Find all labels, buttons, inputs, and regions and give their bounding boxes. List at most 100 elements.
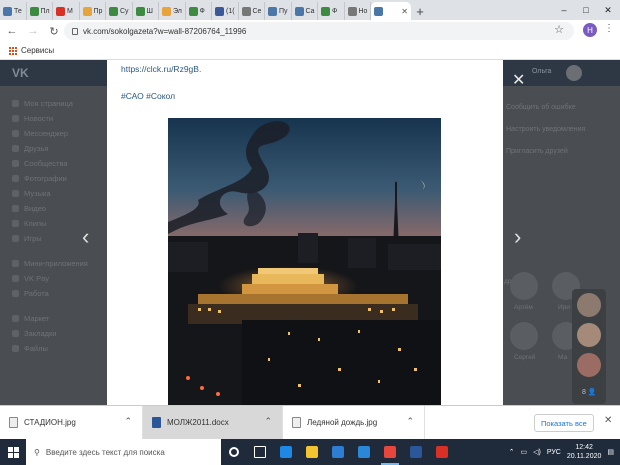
clock[interactable]: 12:42 20.11.2020 [567,443,602,461]
chevron-up-icon[interactable]: ⌃ [264,416,272,427]
chevron-up-icon[interactable]: ⌃ [124,416,132,427]
sidebar-item[interactable]: Музыка [12,186,107,201]
vk-user-avatar[interactable] [566,65,582,81]
browser-tab[interactable]: Са [292,2,318,20]
sidebar-item[interactable]: Мини-приложения [12,256,107,271]
taskbar-store[interactable] [325,439,351,465]
chat-avatar[interactable] [577,293,601,317]
apps-grid-icon[interactable] [9,46,17,55]
right-column-link[interactable]: Сообщить об ошибке [502,96,620,118]
post-photo[interactable] [168,118,441,405]
chat-count[interactable]: 8 👤 [582,388,597,396]
download-item-ice-rain[interactable]: Ледяной дождь.jpg ⌃ [283,405,425,440]
sidebar-item[interactable]: Закладки [12,326,107,341]
vk-logo[interactable]: VK [12,66,29,80]
browser-tab[interactable]: (1( [212,2,239,20]
sidebar-item[interactable]: Фотографии [12,171,107,186]
tray-chevron-icon[interactable]: ⌃ [509,448,515,456]
sidebar-item[interactable]: Маркет [12,311,107,326]
taskbar-explorer[interactable] [299,439,325,465]
tab-favicon-icon [135,6,145,16]
post-hashtags[interactable]: #САО #Сокол [121,91,175,101]
taskbar-yandex[interactable] [429,439,455,465]
download-item-stadion[interactable]: СТАДИОН.jpg ⌃ [0,405,143,440]
close-viewer-icon[interactable]: ✕ [512,70,525,90]
friend-avatar[interactable] [510,272,538,300]
chevron-up-icon[interactable]: ⌃ [406,416,414,427]
browser-tab[interactable]: Ш [133,2,159,20]
browser-tab[interactable]: Ф [186,2,212,20]
sidebar-item[interactable]: Клипы [12,216,107,231]
sidebar-item-label: Игры [24,234,42,243]
browser-tab[interactable]: Су [106,2,133,20]
sidebar-item[interactable]: Сообщества [12,156,107,171]
sidebar-item-label: Сообщества [24,159,68,168]
taskbar-cortana[interactable] [221,439,247,465]
sidebar-item[interactable]: Работа [12,286,107,301]
friend-name[interactable]: Артём [514,304,533,311]
sidebar-item[interactable]: Мессенджер [12,126,107,141]
browser-tab[interactable]: Се [239,2,265,20]
taskbar-mail[interactable] [351,439,377,465]
language-indicator[interactable]: РУС [547,449,561,456]
start-button[interactable] [0,439,26,465]
right-column-link[interactable]: Пригласить друзей [502,140,620,162]
friend-name[interactable]: Сергей [514,354,535,361]
sidebar-item-label: Мессенджер [24,129,69,138]
taskbar-edge[interactable] [273,439,299,465]
address-bar[interactable]: vk.com/sokolgazeta?w=wall-87206764_11996… [64,22,574,40]
close-tab-icon[interactable]: ✕ [401,7,408,16]
tab-active-vk[interactable]: ✕ [371,2,411,20]
minimize-button[interactable]: – [553,0,575,20]
friend-name[interactable]: Ма [558,354,567,361]
sidebar-item[interactable]: VK Pay [12,271,107,286]
next-arrow-icon[interactable]: › [514,224,521,250]
browser-tab[interactable]: Те [0,2,27,20]
browser-menu-icon[interactable]: ⋮ [604,23,614,34]
browser-tab[interactable]: Ф [318,2,345,20]
vk-user-name[interactable]: Ольга [532,68,551,75]
browser-tab[interactable]: Пу [265,2,292,20]
post-link[interactable]: https://clck.ru/Rz9gB. [121,64,201,74]
store-icon [332,446,344,458]
browser-tab[interactable]: Эл [159,2,186,20]
yandex-icon [436,446,448,458]
show-all-downloads-button[interactable]: Показать все [534,414,594,432]
taskbar-task-view[interactable] [247,439,273,465]
notifications-icon[interactable]: ▤ [607,448,614,456]
forward-button[interactable]: → [27,25,39,37]
sidebar-item[interactable]: Игры [12,231,107,246]
new-tab-button[interactable]: + [411,2,429,20]
taskbar-search[interactable]: ⚲ Введите здесь текст для поиска [26,439,221,465]
close-downloads-icon[interactable]: ✕ [604,415,612,426]
download-item-molzh[interactable]: МОЛЖ2011.docx ⌃ [143,405,283,440]
previous-arrow-icon[interactable]: ‹ [82,224,89,250]
browser-tab[interactable]: М [53,2,80,20]
chat-avatar[interactable] [577,323,601,347]
bookmark-star-icon[interactable]: ☆ [554,23,564,36]
taskbar-word[interactable] [403,439,429,465]
sidebar-item[interactable]: Моя страница [12,96,107,111]
browser-tab[interactable]: Пр [80,2,106,20]
network-icon[interactable]: ▭ [520,448,527,456]
profile-avatar[interactable]: Н [583,23,597,37]
maximize-button[interactable]: □ [575,0,597,20]
sidebar-item-icon [12,130,19,137]
bookmark-services[interactable]: Сервисы [21,46,54,55]
right-column-link[interactable]: Настроить уведомления [502,118,620,140]
chat-avatar[interactable] [577,353,601,377]
sidebar-item[interactable]: Новости [12,111,107,126]
sidebar-item[interactable]: Друзья [12,141,107,156]
back-button[interactable]: ← [6,25,18,37]
browser-tab[interactable]: Пл [27,2,53,20]
tab-favicon-icon [294,6,304,16]
friend-avatar[interactable] [510,322,538,350]
reload-button[interactable]: ↻ [48,25,60,38]
volume-icon[interactable]: ◁) [533,448,541,456]
sidebar-item[interactable]: Видео [12,201,107,216]
browser-tab[interactable]: Но [345,2,371,20]
close-window-button[interactable]: ✕ [597,0,619,20]
friend-name[interactable]: Ири [558,304,570,311]
taskbar-chrome[interactable] [377,439,403,465]
sidebar-item[interactable]: Файлы [12,341,107,356]
